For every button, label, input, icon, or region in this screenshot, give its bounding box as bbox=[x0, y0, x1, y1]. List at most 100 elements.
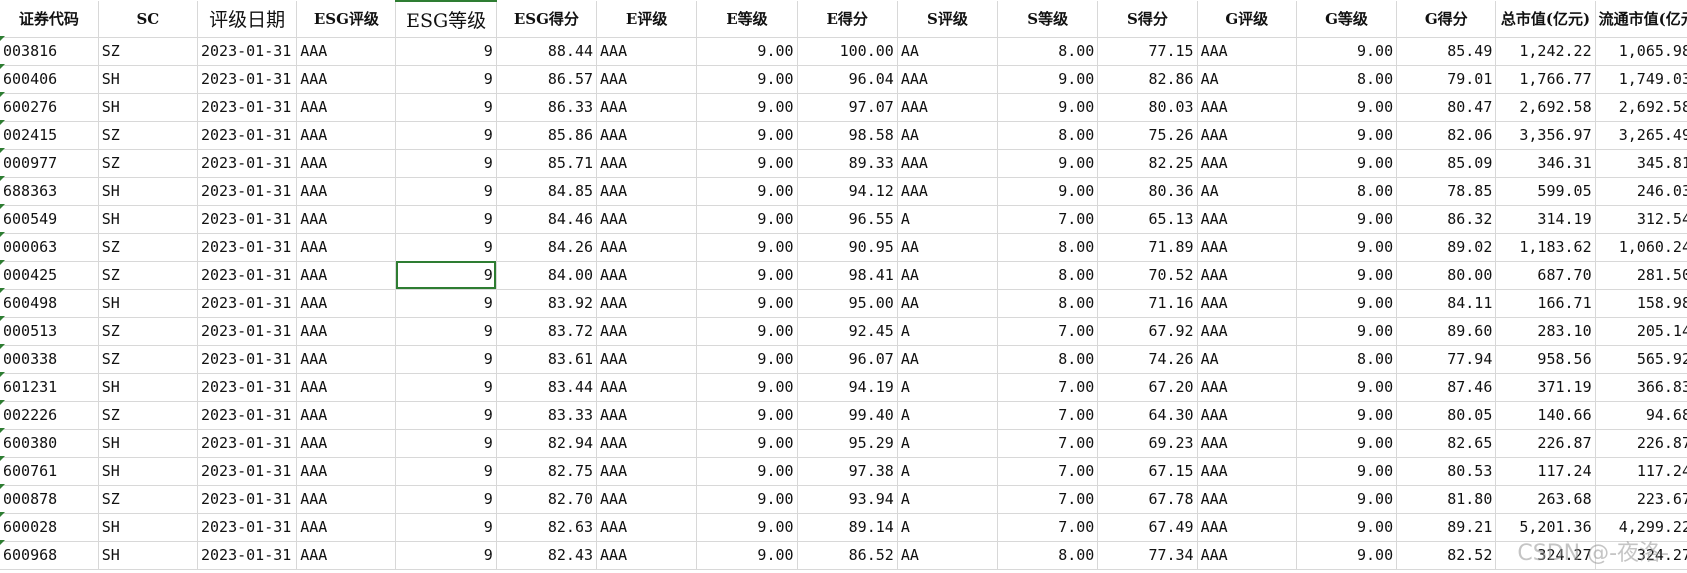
cell[interactable]: 2023-01-31 bbox=[197, 261, 298, 290]
cell[interactable]: SH bbox=[98, 457, 198, 486]
column-header[interactable]: G等级 bbox=[1296, 1, 1398, 38]
cell[interactable]: 324.27 bbox=[1495, 541, 1596, 570]
cell[interactable]: 9.00 bbox=[1296, 233, 1398, 262]
cell[interactable]: 281.50 bbox=[1595, 261, 1687, 290]
cell[interactable]: AAA bbox=[1197, 261, 1297, 290]
cell[interactable]: 9 bbox=[395, 485, 497, 514]
cell[interactable]: 2023-01-31 bbox=[197, 485, 298, 514]
cell[interactable]: 84.26 bbox=[496, 233, 598, 262]
cell[interactable]: 9.00 bbox=[696, 429, 798, 458]
cell[interactable]: 8.00 bbox=[997, 345, 1099, 374]
cell[interactable]: AAA bbox=[296, 149, 397, 178]
cell[interactable]: 312.54 bbox=[1595, 205, 1687, 234]
cell[interactable]: 80.36 bbox=[1097, 177, 1198, 206]
cell[interactable]: 9.00 bbox=[997, 177, 1099, 206]
cell[interactable]: 87.46 bbox=[1396, 373, 1497, 402]
cell[interactable]: AA bbox=[897, 121, 999, 150]
cell[interactable]: AAA bbox=[296, 121, 397, 150]
cell[interactable]: 81.80 bbox=[1396, 485, 1497, 514]
cell[interactable]: 9.00 bbox=[1296, 261, 1398, 290]
cell[interactable]: SZ bbox=[98, 233, 198, 262]
cell[interactable]: 77.94 bbox=[1396, 345, 1497, 374]
cell[interactable]: 9.00 bbox=[696, 37, 798, 66]
cell[interactable]: 117.24 bbox=[1595, 457, 1687, 486]
cell[interactable]: 9 bbox=[395, 373, 497, 402]
cell[interactable]: 5,201.36 bbox=[1495, 513, 1596, 542]
cell[interactable]: AA bbox=[1197, 345, 1297, 374]
cell[interactable]: AAA bbox=[596, 65, 698, 94]
cell[interactable]: 2023-01-31 bbox=[197, 205, 298, 234]
cell[interactable]: 86.52 bbox=[797, 541, 898, 570]
cell[interactable]: 82.06 bbox=[1396, 121, 1497, 150]
cell[interactable]: 1,242.22 bbox=[1495, 37, 1596, 66]
cell[interactable]: 78.85 bbox=[1396, 177, 1497, 206]
cell[interactable]: AAA bbox=[1197, 37, 1297, 66]
cell[interactable]: 9 bbox=[395, 37, 497, 66]
cell[interactable]: AAA bbox=[897, 65, 999, 94]
cell[interactable]: 600380 bbox=[0, 429, 99, 458]
cell[interactable]: 82.52 bbox=[1396, 541, 1497, 570]
cell[interactable]: 82.25 bbox=[1097, 149, 1198, 178]
cell[interactable]: AAA bbox=[1197, 429, 1297, 458]
cell[interactable]: SH bbox=[98, 65, 198, 94]
cell[interactable]: 80.47 bbox=[1396, 93, 1497, 122]
cell[interactable]: AAA bbox=[1197, 233, 1297, 262]
cell[interactable]: AAA bbox=[1197, 289, 1297, 318]
cell[interactable]: 67.20 bbox=[1097, 373, 1198, 402]
cell[interactable]: AAA bbox=[1197, 121, 1297, 150]
cell[interactable]: 9.00 bbox=[1296, 541, 1398, 570]
cell[interactable]: AA bbox=[897, 233, 999, 262]
column-header[interactable]: 总市值(亿元) bbox=[1495, 1, 1596, 38]
cell[interactable]: 2023-01-31 bbox=[197, 513, 298, 542]
cell[interactable]: 958.56 bbox=[1495, 345, 1596, 374]
cell[interactable]: 83.44 bbox=[496, 373, 598, 402]
cell[interactable]: 9.00 bbox=[696, 121, 798, 150]
cell[interactable]: AAA bbox=[296, 93, 397, 122]
cell[interactable]: 9.00 bbox=[1296, 93, 1398, 122]
cell[interactable]: 565.92 bbox=[1595, 345, 1687, 374]
cell[interactable]: 9.00 bbox=[696, 457, 798, 486]
column-header[interactable]: G得分 bbox=[1396, 1, 1497, 38]
cell[interactable]: 000513 bbox=[0, 317, 99, 346]
cell[interactable]: SH bbox=[98, 429, 198, 458]
cell[interactable]: 9 bbox=[395, 289, 497, 318]
cell[interactable]: 2023-01-31 bbox=[197, 177, 298, 206]
cell[interactable]: 600406 bbox=[0, 65, 99, 94]
cell[interactable]: 9.00 bbox=[696, 65, 798, 94]
cell[interactable]: SH bbox=[98, 373, 198, 402]
cell[interactable]: 7.00 bbox=[997, 485, 1099, 514]
cell[interactable]: AAA bbox=[1197, 317, 1297, 346]
cell[interactable]: AAA bbox=[596, 205, 698, 234]
cell[interactable]: 83.92 bbox=[496, 289, 598, 318]
cell[interactable]: 140.66 bbox=[1495, 401, 1596, 430]
cell[interactable]: 67.49 bbox=[1097, 513, 1198, 542]
cell[interactable]: SH bbox=[98, 289, 198, 318]
cell[interactable]: AAA bbox=[596, 177, 698, 206]
cell[interactable]: 83.33 bbox=[496, 401, 598, 430]
cell[interactable]: SH bbox=[98, 93, 198, 122]
cell[interactable]: 9.00 bbox=[1296, 485, 1398, 514]
cell[interactable]: 9 bbox=[395, 345, 497, 374]
cell[interactable]: 000063 bbox=[0, 233, 99, 262]
column-header[interactable]: 证券代码 bbox=[0, 1, 99, 38]
cell[interactable]: 88.44 bbox=[496, 37, 598, 66]
cell[interactable]: SZ bbox=[98, 37, 198, 66]
cell[interactable]: 223.67 bbox=[1595, 485, 1687, 514]
cell[interactable]: 9.00 bbox=[696, 233, 798, 262]
cell[interactable]: 166.71 bbox=[1495, 289, 1596, 318]
cell[interactable]: 85.49 bbox=[1396, 37, 1497, 66]
cell[interactable]: 94.19 bbox=[797, 373, 898, 402]
cell[interactable]: 100.00 bbox=[797, 37, 898, 66]
cell[interactable]: 99.40 bbox=[797, 401, 898, 430]
cell[interactable]: 600498 bbox=[0, 289, 99, 318]
column-header[interactable]: 评级日期 bbox=[197, 1, 298, 38]
cell[interactable]: 84.46 bbox=[496, 205, 598, 234]
cell[interactable]: A bbox=[897, 317, 999, 346]
cell[interactable]: AAA bbox=[296, 485, 397, 514]
cell[interactable]: 89.60 bbox=[1396, 317, 1497, 346]
cell[interactable]: 9 bbox=[395, 205, 497, 234]
column-header[interactable]: ESG得分 bbox=[496, 1, 598, 38]
cell[interactable]: 86.32 bbox=[1396, 205, 1497, 234]
cell[interactable]: 3,356.97 bbox=[1495, 121, 1596, 150]
cell[interactable]: 2023-01-31 bbox=[197, 345, 298, 374]
